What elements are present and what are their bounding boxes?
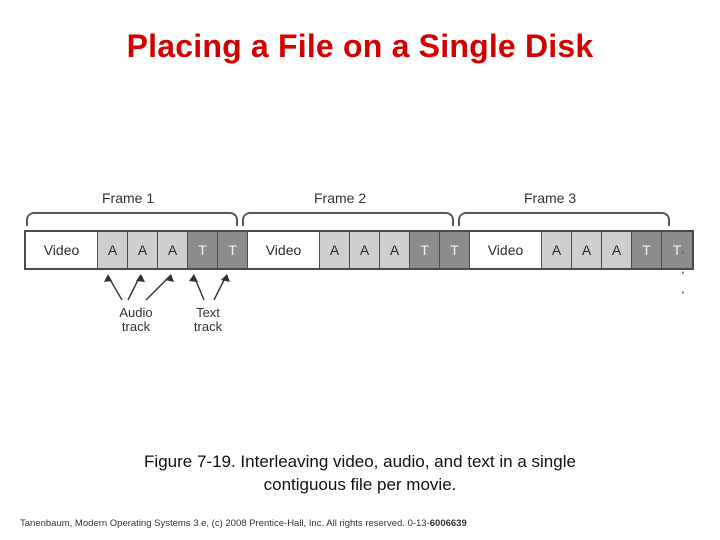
cell-video: Video [470,232,542,268]
cell-text: T [188,232,218,268]
cell-audio: A [572,232,602,268]
callout-text-line1: Text [196,305,220,320]
cell-audio: A [602,232,632,268]
cell-audio: A [98,232,128,268]
slide: Placing a File on a Single Disk Frame 1 … [0,0,720,540]
callout-audio-track: Audio track [106,306,166,334]
brace-frame-2 [242,212,454,226]
callout-arrows [18,272,702,308]
arrow-lines-svg [104,274,230,301]
cell-audio: A [320,232,350,268]
callout-audio-line2: track [121,319,151,334]
credit-text: Tanenbaum, Modern Operating Systems 3 e,… [20,518,430,529]
brace-frame-3 [458,212,670,226]
caption-line-1: Figure 7-19. Interleaving video, audio, … [144,452,576,471]
cell-audio: A [542,232,572,268]
copyright-credit: Tanenbaum, Modern Operating Systems 3 e,… [20,518,710,529]
figure-caption: Figure 7-19. Interleaving video, audio, … [40,450,680,496]
cell-text: T [218,232,248,268]
cell-audio: A [380,232,410,268]
frame-label-3: Frame 3 [524,190,577,206]
cell-audio: A [158,232,188,268]
figure-diagram: Frame 1 Frame 2 Frame 3 Video A A A T T … [18,180,702,350]
cell-audio: A [128,232,158,268]
frame-label-1: Frame 1 [102,190,155,206]
frame-label-2: Frame 2 [314,190,367,206]
cell-text: T [632,232,662,268]
callout-text-line2: track [193,319,223,334]
caption-line-2: contiguous file per movie. [263,475,457,494]
callout-audio-line1: Audio [119,305,153,320]
credit-isbn: 6006639 [429,518,467,529]
brace-frame-1 [26,212,238,226]
callout-text-track: Text track [178,306,238,334]
cell-text: T [440,232,470,268]
cell-video: Video [26,232,98,268]
cell-video: Video [248,232,320,268]
page-title: Placing a File on a Single Disk [126,28,594,64]
cell-text: T [410,232,440,268]
cell-audio: A [350,232,380,268]
file-layout-strip: Video A A A T T Video A A A T T Video A … [24,230,694,270]
frame-label-row: Frame 1 Frame 2 Frame 3 [18,190,702,210]
